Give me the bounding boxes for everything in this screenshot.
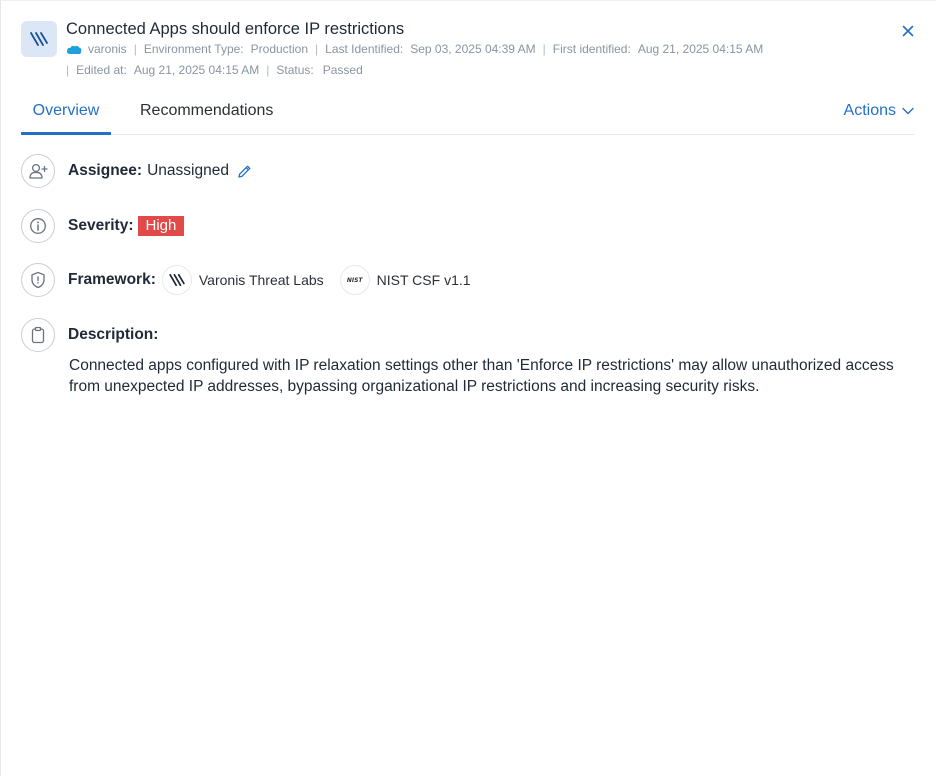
- panel-header: Connected Apps should enforce IP restric…: [21, 17, 922, 81]
- first-identified-value: Aug 21, 2025 04:15 AM: [637, 42, 764, 56]
- meta-separator: |: [315, 42, 319, 56]
- actions-dropdown[interactable]: Actions: [844, 102, 914, 120]
- meta-separator: |: [133, 42, 137, 56]
- edited-at-label: Edited at:: [76, 63, 127, 77]
- finding-title: Connected Apps should enforce IP restric…: [66, 20, 405, 38]
- nist-logo-text: NIST: [346, 276, 363, 284]
- actions-label: Actions: [843, 102, 896, 119]
- meta-row-identification: varonis | Environment Type: Production |…: [66, 42, 763, 56]
- shield-icon: [21, 263, 55, 297]
- finding-detail-panel: Connected Apps should enforce IP restric…: [0, 0, 936, 776]
- status-value: Passed: [322, 63, 363, 77]
- tab-recommendations[interactable]: Recommendations: [140, 102, 273, 120]
- description-label: Description:: [68, 326, 159, 343]
- assignee-label: Assignee:: [68, 162, 143, 179]
- environment-value: Production: [250, 42, 309, 56]
- meta-separator: |: [266, 63, 270, 77]
- description-text: Connected apps configured with IP relaxa…: [69, 357, 894, 395]
- nist-logo-icon: NIST: [339, 265, 370, 295]
- framework-label: Framework:: [68, 271, 156, 288]
- tab-overview[interactable]: Overview: [21, 102, 111, 135]
- add-user-icon: [21, 154, 55, 188]
- varonis-logo-icon: [161, 265, 192, 295]
- last-identified-value: Sep 03, 2025 04:39 AM: [410, 42, 536, 56]
- meta-separator: |: [66, 63, 70, 77]
- environment-label: Environment Type:: [143, 42, 244, 56]
- info-icon: [21, 209, 55, 243]
- last-identified-label: Last Identified:: [325, 42, 404, 56]
- chevron-down-icon: [902, 107, 914, 115]
- assignee-value: Unassigned: [147, 162, 229, 179]
- salesforce-cloud-icon: [66, 45, 82, 54]
- close-button[interactable]: [898, 21, 918, 41]
- status-label: Status:: [276, 63, 314, 77]
- tab-bar: Overview Recommendations Actions: [21, 97, 914, 135]
- description-row: Description:: [21, 318, 158, 352]
- meta-separator: |: [542, 42, 546, 56]
- account-name: varonis: [88, 42, 127, 56]
- meta-row-status: | Edited at: Aug 21, 2025 04:15 AM | Sta…: [66, 63, 363, 77]
- severity-label: Severity:: [68, 217, 134, 234]
- pencil-icon[interactable]: [237, 164, 252, 179]
- first-identified-label: First identified:: [552, 42, 631, 56]
- framework-varonis-threat-labs: Varonis Threat Labs: [198, 272, 324, 288]
- varonis-logo-icon: [21, 21, 57, 57]
- close-icon: [902, 25, 914, 37]
- clipboard-icon: [21, 318, 55, 352]
- severity-row: Severity: High: [21, 209, 185, 243]
- severity-badge: High: [138, 216, 185, 236]
- framework-row: Framework: Varonis Threat Labs NIST NIST…: [21, 263, 471, 297]
- assignee-row: Assignee: Unassigned: [21, 154, 252, 188]
- edited-at-value: Aug 21, 2025 04:15 AM: [133, 63, 260, 77]
- framework-nist-csf: NIST CSF v1.1: [376, 272, 471, 288]
